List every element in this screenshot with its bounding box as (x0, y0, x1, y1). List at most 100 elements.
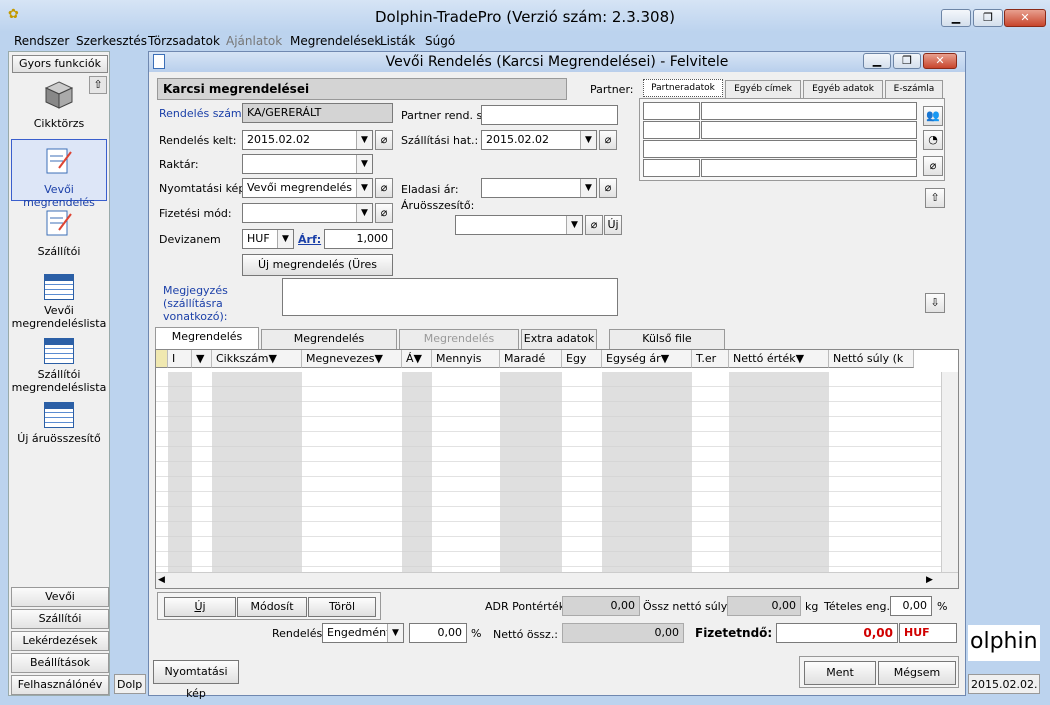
tab-egyeb-adatok[interactable]: Egyéb adatok (803, 80, 883, 98)
partner-address-field[interactable] (643, 140, 917, 158)
partner-extra-field[interactable] (643, 159, 700, 177)
torol-item-button[interactable]: Töröl (308, 597, 376, 617)
nyomtatasi-kep-select[interactable]: Vevői megrendelés ▼ (242, 178, 373, 198)
devizanem-select[interactable]: HUF ▼ (242, 229, 294, 249)
menu-listak[interactable]: Listák (380, 34, 415, 48)
menu-torzsadatok[interactable]: Törzsadatok (148, 34, 220, 48)
tab-kulso-file[interactable]: Külső file feldolgozás (609, 329, 725, 363)
modosit-item-button[interactable]: Módosít (237, 597, 307, 617)
aruosszesito-select[interactable]: ▼ (455, 215, 583, 235)
window-close-button[interactable]: ✕ (923, 53, 957, 69)
megsem-button[interactable]: Mégsem (878, 661, 956, 685)
sidebar-item-uj-aruosszesito[interactable]: Új áruösszesítő (11, 402, 107, 446)
grid-vertical-scrollbar[interactable] (941, 372, 958, 572)
menu-szerkesztes[interactable]: Szerkesztés (76, 34, 147, 48)
clear-nyomtatasi-button[interactable]: ⌀ (375, 178, 393, 198)
uj-aruosszesito-button[interactable]: Új (604, 215, 622, 235)
eladasi-ar-select[interactable]: ▼ (481, 178, 597, 198)
partner-code-field[interactable] (643, 102, 700, 120)
partner-name-field[interactable] (701, 102, 917, 120)
collapse-up-icon[interactable]: ⇧ (925, 188, 945, 208)
uj-item-button[interactable]: Új (164, 597, 236, 617)
minimize-button[interactable]: ▁ (941, 9, 971, 27)
col-header-ter[interactable]: T.er (692, 350, 729, 368)
scroll-left-icon[interactable]: ◀ (158, 575, 165, 585)
gyors-funkciok-button[interactable]: Gyors funkciók (12, 55, 108, 73)
sidebar-item-szallitoi[interactable]: Szállítói (11, 208, 107, 258)
teteles-field[interactable]: 0,00 (890, 596, 932, 616)
sidebar-item-vevoi-megrendeleslista[interactable]: Vevői megrendeléslista (11, 274, 107, 330)
menu-ajanlatok[interactable]: Ajánlatok (226, 34, 282, 48)
fizetesi-mod-select[interactable]: ▼ (242, 203, 373, 223)
partner-extra2-field[interactable] (701, 159, 917, 177)
dropdown-arrow-icon[interactable]: ▼ (356, 204, 372, 222)
col-header-mennyiseg[interactable]: Mennyis (432, 350, 500, 368)
grid-horizontal-scrollbar[interactable]: ◀ ▶ (156, 572, 958, 588)
partner-city-field[interactable] (701, 121, 917, 139)
clear-szallitasi-button[interactable]: ⌀ (599, 130, 617, 150)
partner-zip-field[interactable] (643, 121, 700, 139)
dropdown-arrow-icon[interactable]: ▼ (356, 179, 372, 197)
arf-link[interactable]: Árf: (298, 233, 321, 246)
rendeles-kelt-field[interactable]: 2015.02.02 ▼ (242, 130, 373, 150)
expand-down-icon[interactable]: ⇩ (925, 293, 945, 313)
col-header-netto-ertek[interactable]: Nettó érték▼ (729, 350, 829, 368)
close-button[interactable]: ✕ (1004, 9, 1046, 27)
tab-extra-adatok[interactable]: Extra adatok (521, 329, 597, 349)
clear-fizetesi-button[interactable]: ⌀ (375, 203, 393, 223)
partner-card-icon[interactable]: ◔ (923, 130, 943, 150)
window-minimize-button[interactable]: ▁ (863, 53, 891, 69)
tab-partneradatok[interactable]: Partneradatok (643, 79, 723, 97)
menu-sugo[interactable]: Súgó (425, 34, 455, 48)
nav-lekerdezesek[interactable]: Lekérdezések (11, 631, 109, 651)
tab-egyeb-cimek[interactable]: Egyéb címek (725, 80, 801, 98)
tab-e-szamla[interactable]: E-számla (885, 80, 943, 98)
maximize-button[interactable]: ❐ (973, 9, 1003, 27)
clear-eladasi-button[interactable]: ⌀ (599, 178, 617, 198)
nav-szallitoi-megrendeles[interactable]: Szállítói megrendelés (11, 609, 109, 643)
col-header-a[interactable]: Á▼ (402, 350, 432, 368)
szallitasi-hat-field[interactable]: 2015.02.02 ▼ (481, 130, 597, 150)
col-header-egyseg[interactable]: Egy (562, 350, 602, 368)
partner-select-icon[interactable]: 👥 (923, 106, 943, 126)
fizetendo-label: Fizetetndő: (695, 626, 773, 640)
nav-beallitasok[interactable]: Beállítások (11, 653, 109, 673)
col-header-filter-icon[interactable]: ▼ (192, 350, 212, 368)
dropdown-arrow-icon[interactable]: ▼ (277, 230, 293, 248)
dropdown-arrow-icon[interactable]: ▼ (387, 624, 403, 642)
partner-rend-field[interactable] (481, 105, 618, 125)
dropdown-arrow-icon[interactable]: ▼ (356, 131, 372, 149)
dropdown-arrow-icon[interactable]: ▼ (566, 216, 582, 234)
engedmeny-select[interactable]: Engedmény ▼ (322, 623, 404, 643)
menu-rendszer[interactable]: Rendszer (14, 34, 69, 48)
dropdown-arrow-icon[interactable]: ▼ (356, 155, 372, 173)
dropdown-arrow-icon[interactable]: ▼ (580, 131, 596, 149)
clear-aruosszesito-button[interactable]: ⌀ (585, 215, 603, 235)
window-maximize-button[interactable]: ❐ (893, 53, 921, 69)
engedmeny-field[interactable]: 0,00 (409, 623, 467, 643)
partner-clear-button[interactable]: ⌀ (923, 156, 943, 176)
dropdown-arrow-icon[interactable]: ▼ (580, 179, 596, 197)
nav-vevoi-megrendelese[interactable]: Vevői megrendelése (11, 587, 109, 621)
megjegyzes-textarea[interactable] (282, 278, 618, 316)
tab-megrendeles-tetelei[interactable]: Megrendelés tételei (155, 327, 259, 361)
sidebar-item-szallitoi-megrendeleslista[interactable]: Szállítói megrendeléslista (11, 338, 107, 394)
arf-field[interactable]: 1,000 (324, 229, 393, 249)
col-header-maradek[interactable]: Maradé (500, 350, 562, 368)
col-header-egysegar[interactable]: Egység ár▼ (602, 350, 692, 368)
sidebar-item-vevoi-megrendeles[interactable]: Vevői megrendelés (11, 139, 107, 209)
scroll-right-icon[interactable]: ▶ (926, 575, 933, 585)
nyomtatasi-kep-button[interactable]: Nyomtatási kép (153, 660, 239, 700)
raktar-select[interactable]: ▼ (242, 154, 373, 174)
col-header-megnevezes[interactable]: Megnevezes▼ (302, 350, 402, 368)
col-header[interactable]: I (168, 350, 192, 368)
col-header-netto-suly[interactable]: Nettó súly (k (829, 350, 914, 368)
tab-megrendeles-egyebadatai[interactable]: Megrendelés egyébadatai (261, 329, 397, 363)
col-header-cikkszam[interactable]: Cikkszám▼ (212, 350, 302, 368)
clear-kelt-button[interactable]: ⌀ (375, 130, 393, 150)
tab-megrendeles-statusza[interactable]: Megrendelés státusza (399, 329, 519, 363)
sidebar-item-cikktorzs[interactable]: Cikktörzs (11, 80, 107, 130)
menu-megrendelesek[interactable]: Megrendelések (290, 34, 381, 48)
ment-button[interactable]: Ment (804, 661, 876, 685)
status-button[interactable]: Új megrendelés (Üres státusz) (242, 254, 393, 291)
